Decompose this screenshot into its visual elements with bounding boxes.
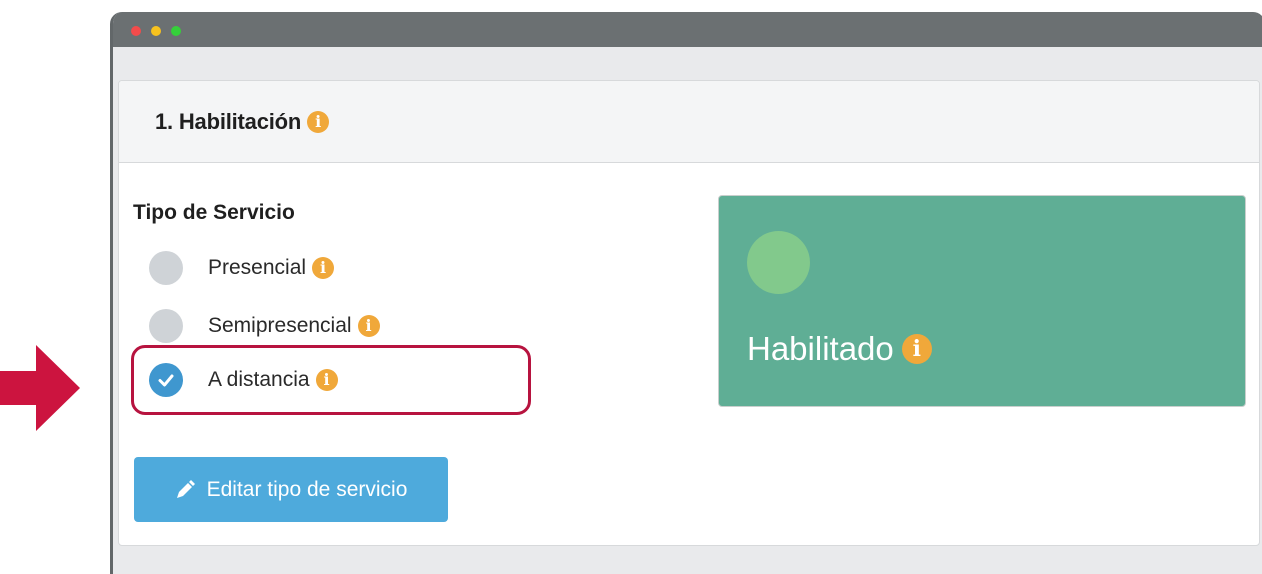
panel-header: 1. Habilitación i <box>119 81 1259 163</box>
info-icon[interactable]: i <box>357 315 380 337</box>
radio-button[interactable] <box>149 309 183 343</box>
info-icon[interactable]: i <box>307 110 330 133</box>
service-type-label: Tipo de Servicio <box>133 201 295 224</box>
close-window-button[interactable] <box>131 26 141 36</box>
window-titlebar <box>113 12 1262 47</box>
info-icon[interactable]: i <box>901 334 932 364</box>
radio-option-semipresencial[interactable]: Semipresencial i <box>149 309 380 343</box>
section-title: 1. Habilitación <box>155 108 302 134</box>
info-icon[interactable]: i <box>312 257 335 279</box>
option-label: Presencial <box>208 256 307 279</box>
status-indicator-light <box>747 231 810 294</box>
status-label: Habilitado <box>747 330 894 367</box>
status-text-row: Habilitado i <box>747 330 932 368</box>
edit-button-label: Editar tipo de servicio <box>206 477 408 501</box>
habilitacion-panel: 1. Habilitación i Tipo de Servicio Prese… <box>118 80 1260 546</box>
radio-option-presencial[interactable]: Presencial i <box>149 251 335 285</box>
selection-highlight-box <box>131 345 531 415</box>
pointer-arrow-icon <box>0 345 80 431</box>
minimize-window-button[interactable] <box>151 26 161 36</box>
edit-service-type-button[interactable]: Editar tipo de servicio <box>134 457 448 522</box>
option-label: Semipresencial <box>208 314 352 337</box>
pencil-icon <box>176 479 195 498</box>
status-card: Habilitado i <box>718 195 1246 407</box>
radio-button[interactable] <box>149 251 183 285</box>
browser-window: 1. Habilitación i Tipo de Servicio Prese… <box>110 12 1262 574</box>
maximize-window-button[interactable] <box>171 26 181 36</box>
